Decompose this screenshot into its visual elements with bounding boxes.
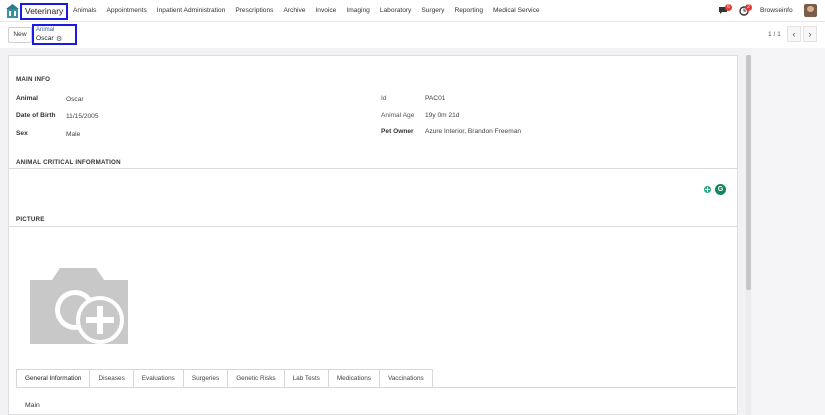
field-value-animal[interactable]: Oscar [66,96,84,103]
main-menu: Animals Appointments Inpatient Administr… [73,7,540,14]
tab-general-information[interactable]: General Information [16,369,91,388]
pager-previous-button[interactable]: ‹ [787,26,801,42]
field-label-animal-age: Animal Age [381,112,415,119]
add-icon[interactable] [704,186,711,193]
tab-genetic-risks[interactable]: Genetic Risks [228,369,285,388]
tab-surgeries[interactable]: Surgeries [183,369,229,388]
field-value-date-of-birth[interactable]: 11/15/2005 [66,113,99,120]
form-sheet [8,55,738,415]
menu-item-animals[interactable]: Animals [73,7,96,14]
tabs-baseline [16,387,736,388]
tab-evaluations[interactable]: Evaluations [133,369,184,388]
top-navbar: Veterinary Animals Appointments Inpatien… [0,0,825,22]
tab-lab-tests[interactable]: Lab Tests [284,369,329,388]
tab-section-main: Main [25,402,40,409]
notebook-tabs: General Information Diseases Evaluations… [16,369,433,388]
tab-medications[interactable]: Medications [328,369,380,388]
menu-item-surgery[interactable]: Surgery [421,7,444,14]
menu-item-inpatient-administration[interactable]: Inpatient Administration [157,7,226,14]
menu-item-invoice[interactable]: Invoice [315,7,336,14]
menu-item-medical-service[interactable]: Medical Service [493,7,540,14]
menu-item-laboratory[interactable]: Laboratory [380,7,412,14]
critical-info-title: ANIMAL CRITICAL INFORMATION [16,159,121,166]
right-panel [752,48,825,415]
camera-placeholder-icon[interactable] [28,258,130,346]
field-value-pet-owner[interactable]: Azure Interior, Brandon Freeman [425,128,521,135]
app-home-icon[interactable] [6,4,19,18]
menu-item-archive[interactable]: Archive [283,7,305,14]
field-value-animal-age: 19y 0m 21d [425,112,460,119]
main-info-title: MAIN INFO [16,76,51,83]
new-button[interactable]: New [8,27,32,43]
menu-item-appointments[interactable]: Appointments [106,7,146,14]
field-label-id: Id [381,95,387,102]
control-panel: New Animal Oscar ⚙ 1 / 1 ‹ › [0,22,825,48]
field-label-pet-owner: Pet Owner [381,128,414,135]
chat-badge: 6 [725,4,732,11]
field-value-sex[interactable]: Male [66,131,80,138]
picture-title: PICTURE [16,216,45,223]
menu-item-prescriptions[interactable]: Prescriptions [235,7,273,14]
scrollbar[interactable] [746,55,751,415]
menu-item-imaging[interactable]: Imaging [346,7,369,14]
section-divider [9,168,737,169]
scrollbar-thumb[interactable] [746,55,751,290]
breadcrumb: Animal Oscar ⚙ [32,24,77,45]
menu-item-reporting[interactable]: Reporting [454,7,483,14]
field-value-id: PAC01 [425,95,446,102]
activity-badge: 2 [745,4,752,11]
avatar[interactable] [804,4,817,17]
grammarly-icon[interactable]: G [715,184,726,195]
app-name[interactable]: Veterinary [20,3,69,20]
tab-vaccinations[interactable]: Vaccinations [379,369,433,388]
gear-icon[interactable]: ⚙ [56,35,62,43]
tab-diseases[interactable]: Diseases [90,369,134,388]
company-switcher[interactable]: Browseinfo [760,7,793,14]
breadcrumb-parent[interactable]: Animal [36,27,54,33]
breadcrumb-current: Oscar [36,35,54,42]
field-label-animal: Animal [16,95,38,102]
field-label-sex: Sex [16,130,28,137]
pager-next-button[interactable]: › [803,26,817,42]
section-divider [9,226,737,227]
pager-value[interactable]: 1 / 1 [768,31,781,38]
field-label-date-of-birth: Date of Birth [16,112,56,119]
